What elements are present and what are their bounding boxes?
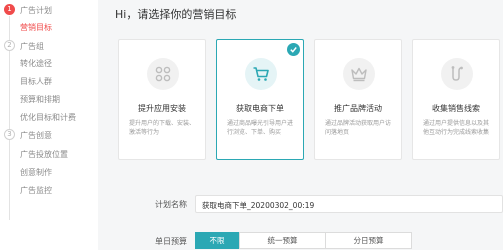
card-description: 通过品牌活动获取用户访问落地页	[325, 120, 392, 136]
goal-card-brand-campaign[interactable]: 推广品牌活动 通过品牌活动获取用户访问落地页	[314, 39, 402, 160]
step-label: 广告创意	[20, 131, 52, 140]
sidebar-item-marketing-goal[interactable]: 营销目标	[20, 22, 52, 33]
plan-name-input[interactable]: 获取电商下单_20200302_00:19	[195, 195, 503, 213]
page-title: Hi，请选择你的营销目标	[115, 8, 237, 21]
sidebar-item-placement[interactable]: 广告投放位置	[20, 149, 68, 160]
daily-budget-label: 单日预算	[155, 237, 187, 246]
step-number-badge: 3	[4, 129, 15, 140]
plan-name-label: 计划名称	[155, 200, 187, 209]
budget-option-daily[interactable]: 分日预算	[325, 232, 412, 249]
crown-icon	[343, 58, 375, 90]
goal-card-sales-leads[interactable]: 收集销售线索 通过用户提供信息以及其他互动行为完成线索收集	[412, 39, 500, 160]
card-title: 提升应用安装	[138, 104, 186, 113]
step-label: 广告计划	[20, 6, 52, 15]
sidebar-item-creative-production[interactable]: 创意制作	[20, 167, 52, 178]
card-title: 推广品牌活动	[334, 104, 382, 113]
step-label: 广告组	[20, 42, 44, 51]
card-title: 收集销售线索	[432, 104, 480, 113]
sidebar-item-conversion-path[interactable]: 转化途径	[20, 58, 52, 69]
budget-option-unlimited[interactable]: 不限	[195, 232, 239, 249]
sidebar-item-optimization-billing[interactable]: 优化目标和计费	[20, 112, 76, 123]
step-number-badge: 2	[4, 40, 15, 51]
goal-card-app-install[interactable]: 提升应用安装 提升用户的下载、安装、激活等行为	[118, 39, 206, 160]
sidebar-item-ad-monitoring[interactable]: 广告监控	[20, 185, 52, 196]
card-title: 获取电商下单	[236, 104, 284, 113]
main-panel: Hi，请选择你的营销目标 提升应用安装 提升用户的下载、安装、激活等行为 获取电…	[98, 0, 503, 250]
check-icon	[287, 43, 300, 56]
plan-name-value: 获取电商下单_20200302_00:19	[202, 201, 315, 210]
budget-option-unified[interactable]: 统一预算	[239, 232, 326, 249]
step-number-badge: 1	[4, 4, 15, 15]
left-sidebar: 1 广告计划 营销目标 2 广告组 转化途径 目标人群 预算和排期 优化目标和计…	[0, 0, 98, 250]
step-connector	[9, 140, 10, 220]
leads-route-icon	[441, 58, 473, 90]
app-grid-icon	[147, 58, 179, 90]
card-description: 通过用户提供信息以及其他互动行为完成线索收集	[423, 120, 490, 136]
step-connector	[9, 51, 10, 129]
sidebar-item-budget-schedule[interactable]: 预算和排期	[20, 94, 60, 105]
card-description: 通过商品曝光引导用户进行浏览、下单、购买	[227, 120, 294, 136]
goal-card-ecommerce-order[interactable]: 获取电商下单 通过商品曝光引导用户进行浏览、下单、购买	[216, 39, 304, 160]
step-connector	[9, 16, 10, 40]
card-description: 提升用户的下载、安装、激活等行为	[129, 120, 196, 136]
shopping-cart-icon	[245, 58, 277, 90]
sidebar-item-target-audience[interactable]: 目标人群	[20, 76, 52, 87]
